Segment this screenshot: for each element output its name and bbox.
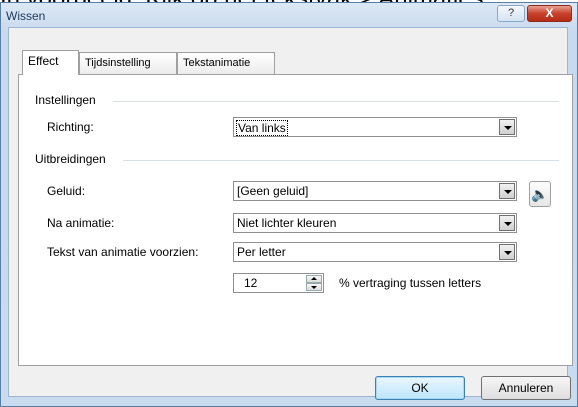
- delay-value: 12: [244, 276, 258, 290]
- tab-text-animation-label: Tekstanimatie: [183, 57, 251, 69]
- help-button[interactable]: ?: [497, 5, 525, 22]
- animate-text-label: Tekst van animatie voorzien:: [47, 245, 199, 259]
- after-animation-select[interactable]: Niet lichter kleuren: [233, 213, 517, 233]
- tab-effect[interactable]: Effect: [22, 50, 79, 75]
- animate-text-select[interactable]: Per letter: [233, 242, 517, 262]
- stepper-arrows: [306, 275, 322, 291]
- stepper-up-icon[interactable]: [306, 275, 322, 283]
- stepper-down-icon[interactable]: [306, 283, 322, 291]
- group-divider: [123, 160, 559, 161]
- sound-value: [Geen geluid]: [237, 184, 309, 198]
- animate-text-value: Per letter: [237, 245, 286, 259]
- dialog-title: Wissen: [6, 9, 46, 23]
- chevron-down-icon[interactable]: [499, 215, 515, 231]
- close-button[interactable]: X: [527, 5, 572, 22]
- chevron-down-icon[interactable]: [499, 119, 515, 135]
- after-animation-label: Na animatie:: [47, 216, 115, 230]
- group-extensions-label: Uitbreidingen: [35, 152, 106, 166]
- tab-text-animation[interactable]: Tekstanimatie: [177, 52, 275, 74]
- cancel-button[interactable]: Annuleren: [481, 376, 571, 400]
- group-divider: [113, 101, 559, 102]
- delay-suffix-label: % vertraging tussen letters: [339, 276, 482, 290]
- tab-effect-label: Effect: [28, 54, 59, 68]
- chevron-down-icon[interactable]: [499, 183, 515, 199]
- speaker-icon[interactable]: 🔈: [529, 181, 551, 207]
- direction-value: Van links: [236, 120, 288, 136]
- group-settings-label: Instellingen: [35, 93, 96, 107]
- tab-timing-label: Tijdsinstelling: [85, 57, 151, 69]
- chevron-down-icon[interactable]: [499, 244, 515, 260]
- direction-select[interactable]: Van links: [233, 117, 517, 137]
- after-animation-value: Niet lichter kleuren: [237, 216, 337, 230]
- sound-select[interactable]: [Geen geluid]: [233, 181, 517, 201]
- sound-label: Geluid:: [47, 184, 86, 198]
- ok-button[interactable]: OK: [375, 376, 465, 400]
- direction-label: Richting:: [47, 120, 94, 134]
- delay-stepper[interactable]: 12: [233, 273, 324, 293]
- tab-timing[interactable]: Tijdsinstelling: [79, 52, 177, 74]
